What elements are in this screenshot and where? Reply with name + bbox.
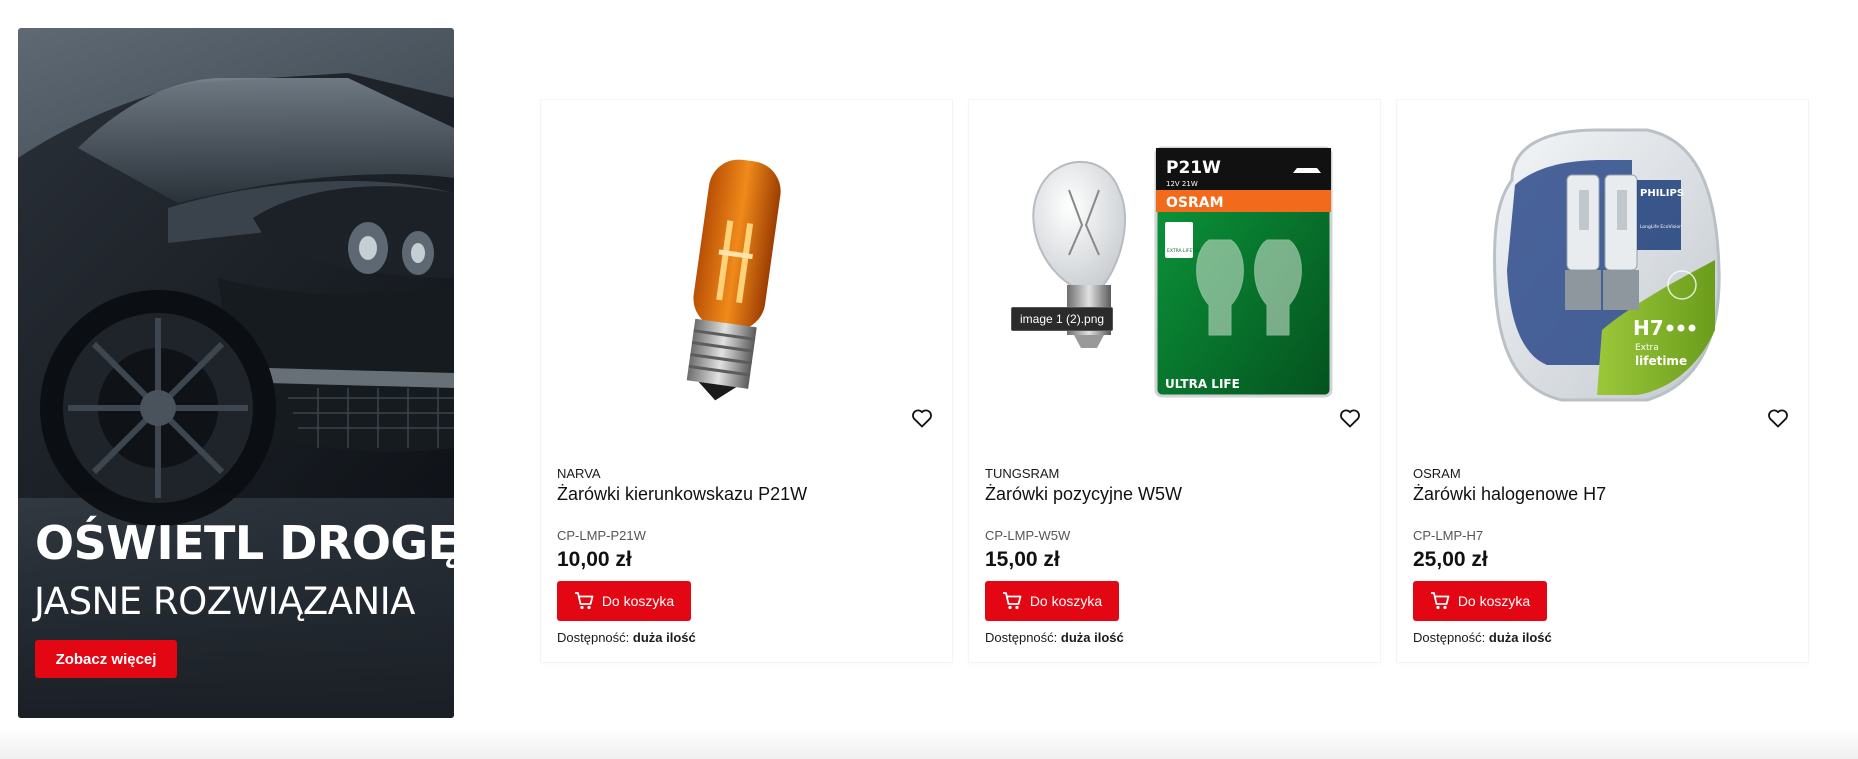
promo-banner[interactable]: OŚWIETL DROGĘ! JASNE ROZWIĄZANIA Zobacz … [18,28,454,718]
add-to-cart-label: Do koszyka [601,593,675,609]
product-sku: CP-LMP-W5W [985,528,1071,543]
package-tag-extra: Extra [1635,343,1659,353]
product-card[interactable]: PHILIPS LongLife EcoVision H7 Extra life… [1397,100,1808,662]
product-image[interactable]: PHILIPS LongLife EcoVision H7 Extra life… [1397,100,1808,440]
cart-icon [1430,592,1450,610]
heart-outline-icon[interactable] [910,406,934,430]
product-card[interactable]: P21W 12V 21W OSRAM EXTRA LIFETIME ULTRA … [969,100,1380,662]
product-brand: NARVA [557,466,601,481]
product-name[interactable]: Żarówki pozycyjne W5W [985,484,1182,505]
product-name[interactable]: Żarówki kierunkowskazu P21W [557,484,807,505]
product-sku: CP-LMP-H7 [1413,528,1484,543]
availability-label: Dostępność: [1413,630,1486,645]
product-brand: OSRAM [1413,466,1461,481]
product-image[interactable]: P21W 12V 21W OSRAM EXTRA LIFETIME ULTRA … [969,100,1380,440]
package-tag-lifetime: lifetime [1635,354,1687,368]
product-sku: CP-LMP-P21W [557,528,646,543]
heart-outline-icon[interactable] [1766,406,1790,430]
product-price: 10,00 zł [557,548,632,571]
add-to-cart-button[interactable]: Do koszyka [985,581,1119,621]
package-brand: PHILIPS [1640,188,1684,199]
availability-label: Dostępność: [985,630,1058,645]
package-brand: OSRAM [1166,195,1224,211]
package-line: LongLife EcoVision [1640,224,1682,230]
package-code: P21W [1166,158,1221,178]
add-to-cart-label: Do koszyka [1457,593,1531,609]
package-badge: EXTRA LIFETIME [1167,248,1203,254]
availability-value: duża ilość [1060,630,1124,645]
product-price: 25,00 zł [1413,548,1488,571]
availability: Dostępność: duża ilość [557,630,696,645]
add-to-cart-label: Do koszyka [1029,593,1103,609]
product-card[interactable]: NARVA Żarówki kierunkowskazu P21W CP-LMP… [541,100,952,662]
add-to-cart-button[interactable]: Do koszyka [557,581,691,621]
product-price: 15,00 zł [985,548,1060,571]
banner-title: OŚWIETL DROGĘ! [35,516,454,570]
availability-label: Dostępność: [557,630,630,645]
availability-value: duża ilość [1488,630,1552,645]
page-bottom-fade [0,729,1858,759]
cart-icon [574,592,594,610]
product-name[interactable]: Żarówki halogenowe H7 [1413,484,1606,505]
package-line: ULTRA LIFE [1165,377,1240,391]
cart-icon [1002,592,1022,610]
package-code: H7 [1633,316,1664,340]
availability-value: duża ilość [632,630,696,645]
product-image[interactable] [541,100,952,440]
package-spec: 12V 21W [1166,180,1198,188]
heart-outline-icon[interactable] [1338,406,1362,430]
product-brand: TUNGSRAM [985,466,1060,481]
availability: Dostępność: duża ilość [1413,630,1552,645]
banner-subtitle: JASNE ROZWIĄZANIA [34,580,415,623]
see-more-button[interactable]: Zobacz więcej [35,640,177,678]
availability: Dostępność: duża ilość [985,630,1124,645]
add-to-cart-button[interactable]: Do koszyka [1413,581,1547,621]
image-tooltip: image 1 (2).png [1011,307,1114,331]
